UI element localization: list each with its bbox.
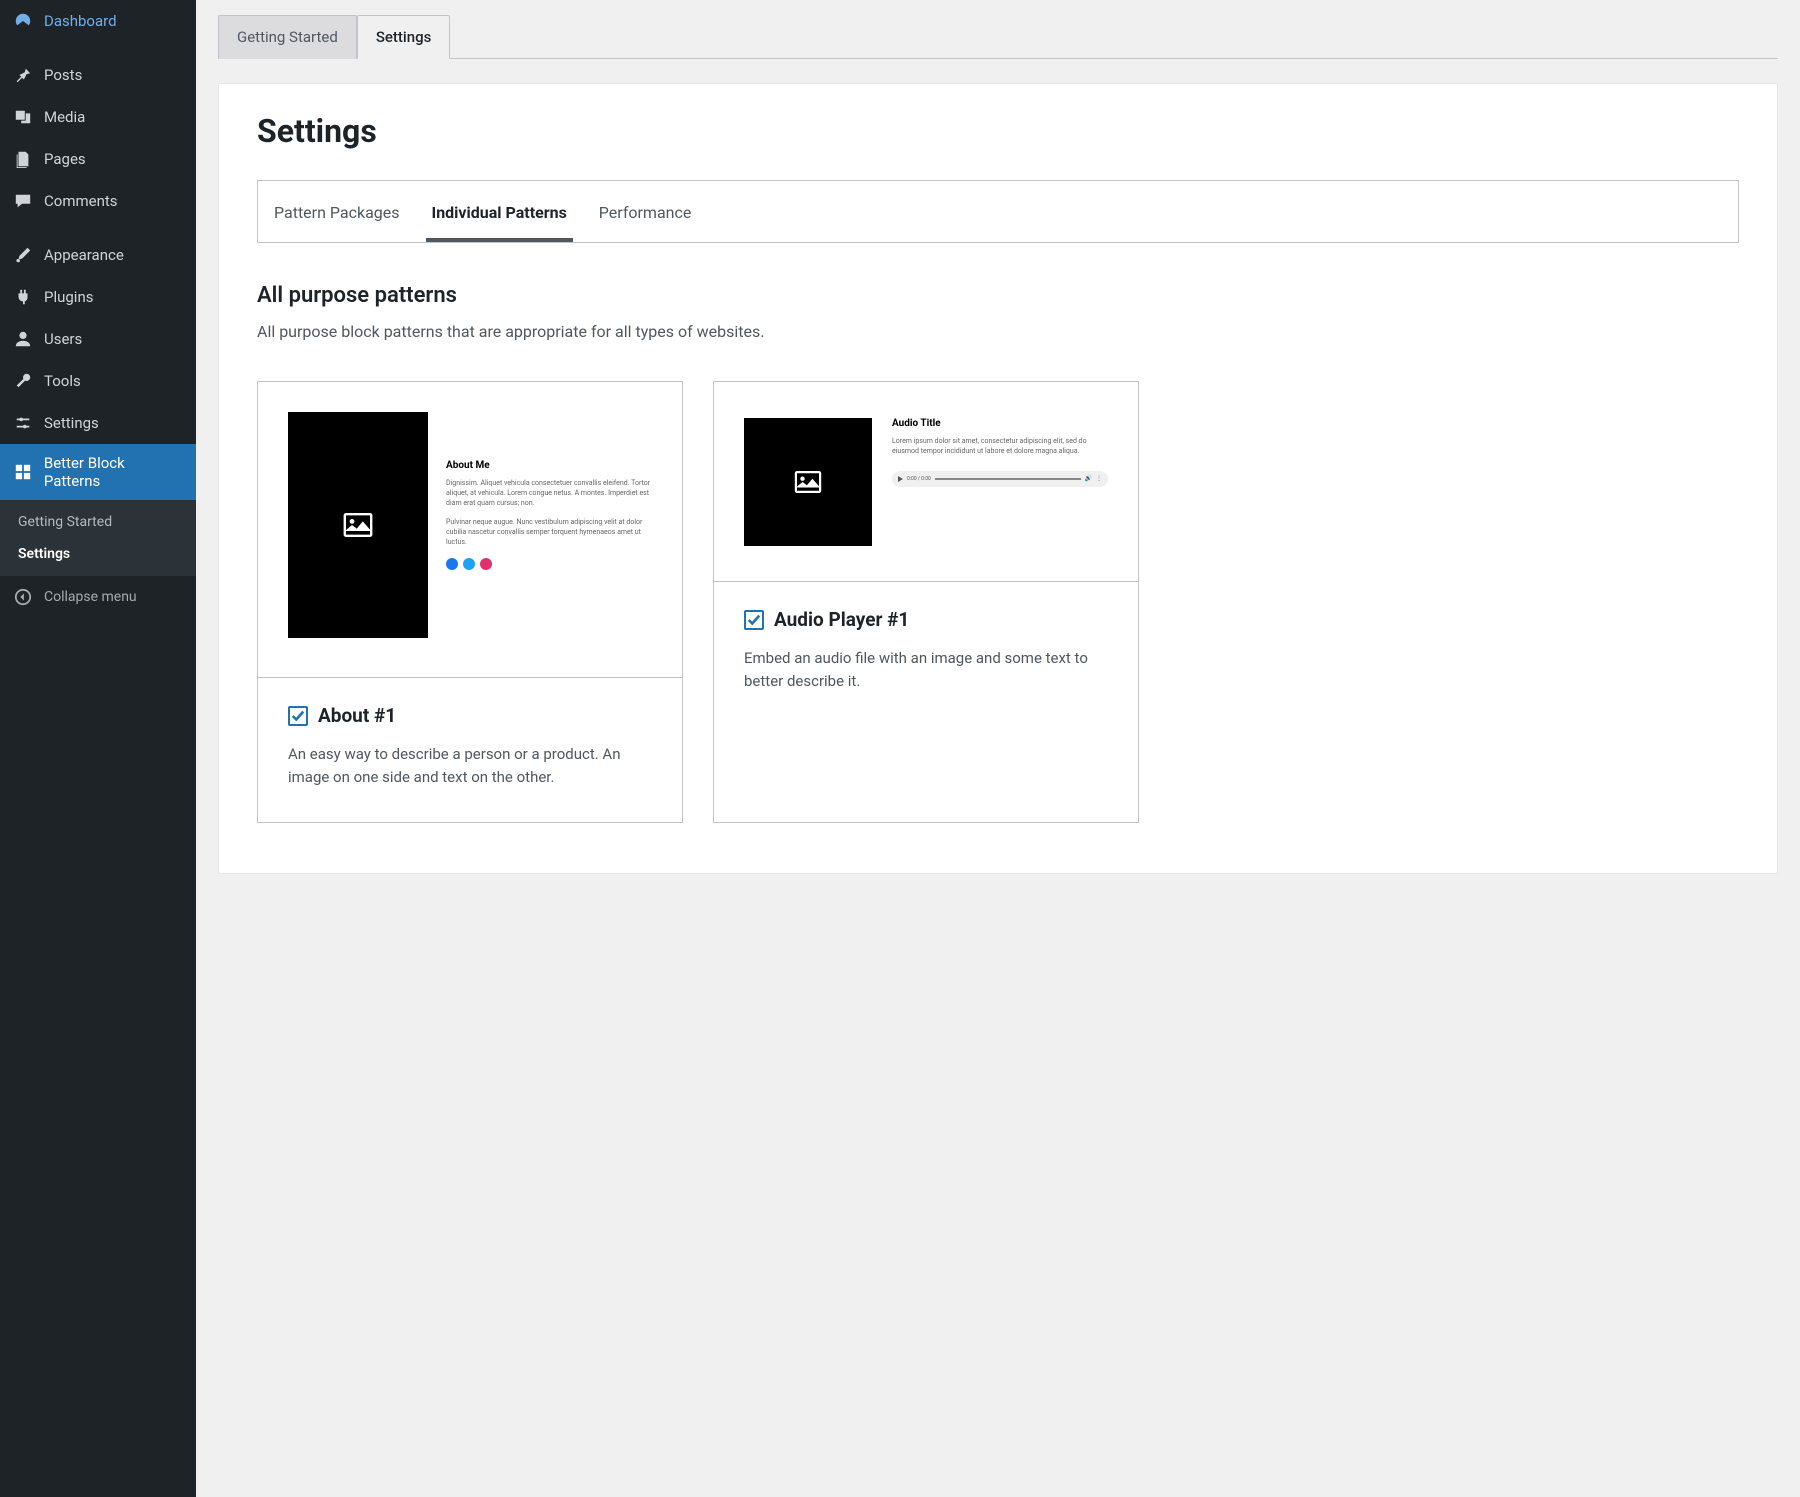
sidebar-item-label: Better Block Patterns (44, 454, 184, 490)
tab-getting-started[interactable]: Getting Started (218, 15, 357, 59)
plug-icon (12, 286, 34, 308)
comments-icon (12, 190, 34, 212)
sliders-icon (12, 412, 34, 434)
sidebar-item-pages[interactable]: Pages (0, 138, 196, 180)
player-time: 0:00 / 0:00 (907, 476, 931, 482)
facebook-icon (446, 558, 458, 570)
pattern-preview: Audio Title Lorem ipsum dolor sit amet, … (714, 382, 1138, 582)
preview-paragraph: Pulvinar neque augue. Nunc vestibulum ad… (446, 518, 652, 547)
pattern-checkbox[interactable] (288, 706, 308, 726)
sidebar-item-label: Tools (44, 372, 81, 390)
section-description: All purpose block patterns that are appr… (257, 322, 1739, 341)
image-placeholder (744, 418, 872, 546)
top-tab-nav: Getting Started Settings (218, 14, 1778, 59)
progress-bar (935, 478, 1081, 480)
preview-heading: Audio Title (892, 418, 1108, 429)
pattern-title: Audio Player #1 (774, 608, 909, 631)
wrench-icon (12, 370, 34, 392)
sidebar-submenu: Getting Started Settings (0, 500, 196, 576)
sidebar-item-label: Posts (44, 66, 82, 84)
pattern-checkbox[interactable] (744, 610, 764, 630)
instagram-icon (480, 558, 492, 570)
section-title: All purpose patterns (257, 283, 1739, 308)
preview-paragraph: Dignissim. Aliquet vehicula consectetuer… (446, 479, 652, 508)
sidebar-item-settings[interactable]: Settings (0, 402, 196, 444)
submenu-item-settings[interactable]: Settings (0, 538, 196, 570)
pattern-title: About #1 (318, 704, 396, 727)
admin-sidebar: Dashboard Posts Media Pages Comments App… (0, 0, 196, 1497)
submenu-item-getting-started[interactable]: Getting Started (0, 506, 196, 538)
sidebar-item-posts[interactable]: Posts (0, 54, 196, 96)
sidebar-item-appearance[interactable]: Appearance (0, 234, 196, 276)
sidebar-item-dashboard[interactable]: Dashboard (0, 0, 196, 42)
blocks-icon (12, 461, 34, 483)
sidebar-item-label: Plugins (44, 288, 93, 306)
sidebar-item-label: Dashboard (44, 12, 117, 30)
sidebar-item-tools[interactable]: Tools (0, 360, 196, 402)
audio-player: 0:00 / 0:00 🔊 ⋮ (892, 471, 1108, 487)
preview-paragraph: Lorem ipsum dolor sit amet, consectetur … (892, 437, 1108, 457)
pin-icon (12, 64, 34, 86)
main-content: Getting Started Settings Settings Patter… (196, 0, 1800, 1497)
collapse-menu-button[interactable]: Collapse menu (0, 576, 196, 618)
pattern-card-audio-player-1: Audio Title Lorem ipsum dolor sit amet, … (713, 381, 1139, 823)
collapse-icon (12, 586, 34, 608)
menu-icon: ⋮ (1096, 475, 1102, 482)
twitter-icon (463, 558, 475, 570)
inner-tab-performance[interactable]: Performance (583, 181, 708, 242)
pattern-description: An easy way to describe a person or a pr… (288, 743, 652, 788)
pattern-preview: About Me Dignissim. Aliquet vehicula con… (258, 382, 682, 678)
sidebar-item-label: Comments (44, 192, 118, 210)
pattern-description: Embed an audio file with an image and so… (744, 647, 1108, 692)
sidebar-item-label: Appearance (44, 246, 124, 264)
user-icon (12, 328, 34, 350)
sidebar-item-better-block-patterns[interactable]: Better Block Patterns (0, 444, 196, 500)
play-icon (898, 476, 903, 482)
pages-icon (12, 148, 34, 170)
volume-icon: 🔊 (1085, 475, 1092, 482)
sidebar-item-label: Media (44, 108, 85, 126)
inner-tab-pattern-packages[interactable]: Pattern Packages (258, 181, 416, 242)
inner-tab-nav: Pattern Packages Individual Patterns Per… (257, 180, 1739, 243)
pattern-cards: About Me Dignissim. Aliquet vehicula con… (257, 381, 1739, 823)
sidebar-item-comments[interactable]: Comments (0, 180, 196, 222)
sidebar-item-label: Users (44, 330, 82, 348)
dashboard-icon (12, 10, 34, 32)
collapse-label: Collapse menu (44, 589, 137, 605)
settings-panel: Settings Pattern Packages Individual Pat… (218, 83, 1778, 874)
tab-settings[interactable]: Settings (357, 15, 451, 59)
brush-icon (12, 244, 34, 266)
social-icons (446, 558, 652, 570)
media-icon (12, 106, 34, 128)
sidebar-item-media[interactable]: Media (0, 96, 196, 138)
sidebar-item-users[interactable]: Users (0, 318, 196, 360)
pattern-card-about-1: About Me Dignissim. Aliquet vehicula con… (257, 381, 683, 823)
page-title: Settings (257, 112, 1739, 150)
sidebar-item-label: Settings (44, 414, 99, 432)
sidebar-item-label: Pages (44, 150, 86, 168)
sidebar-item-plugins[interactable]: Plugins (0, 276, 196, 318)
inner-tab-individual-patterns[interactable]: Individual Patterns (416, 181, 583, 242)
preview-heading: About Me (446, 460, 652, 471)
image-placeholder (288, 412, 428, 638)
